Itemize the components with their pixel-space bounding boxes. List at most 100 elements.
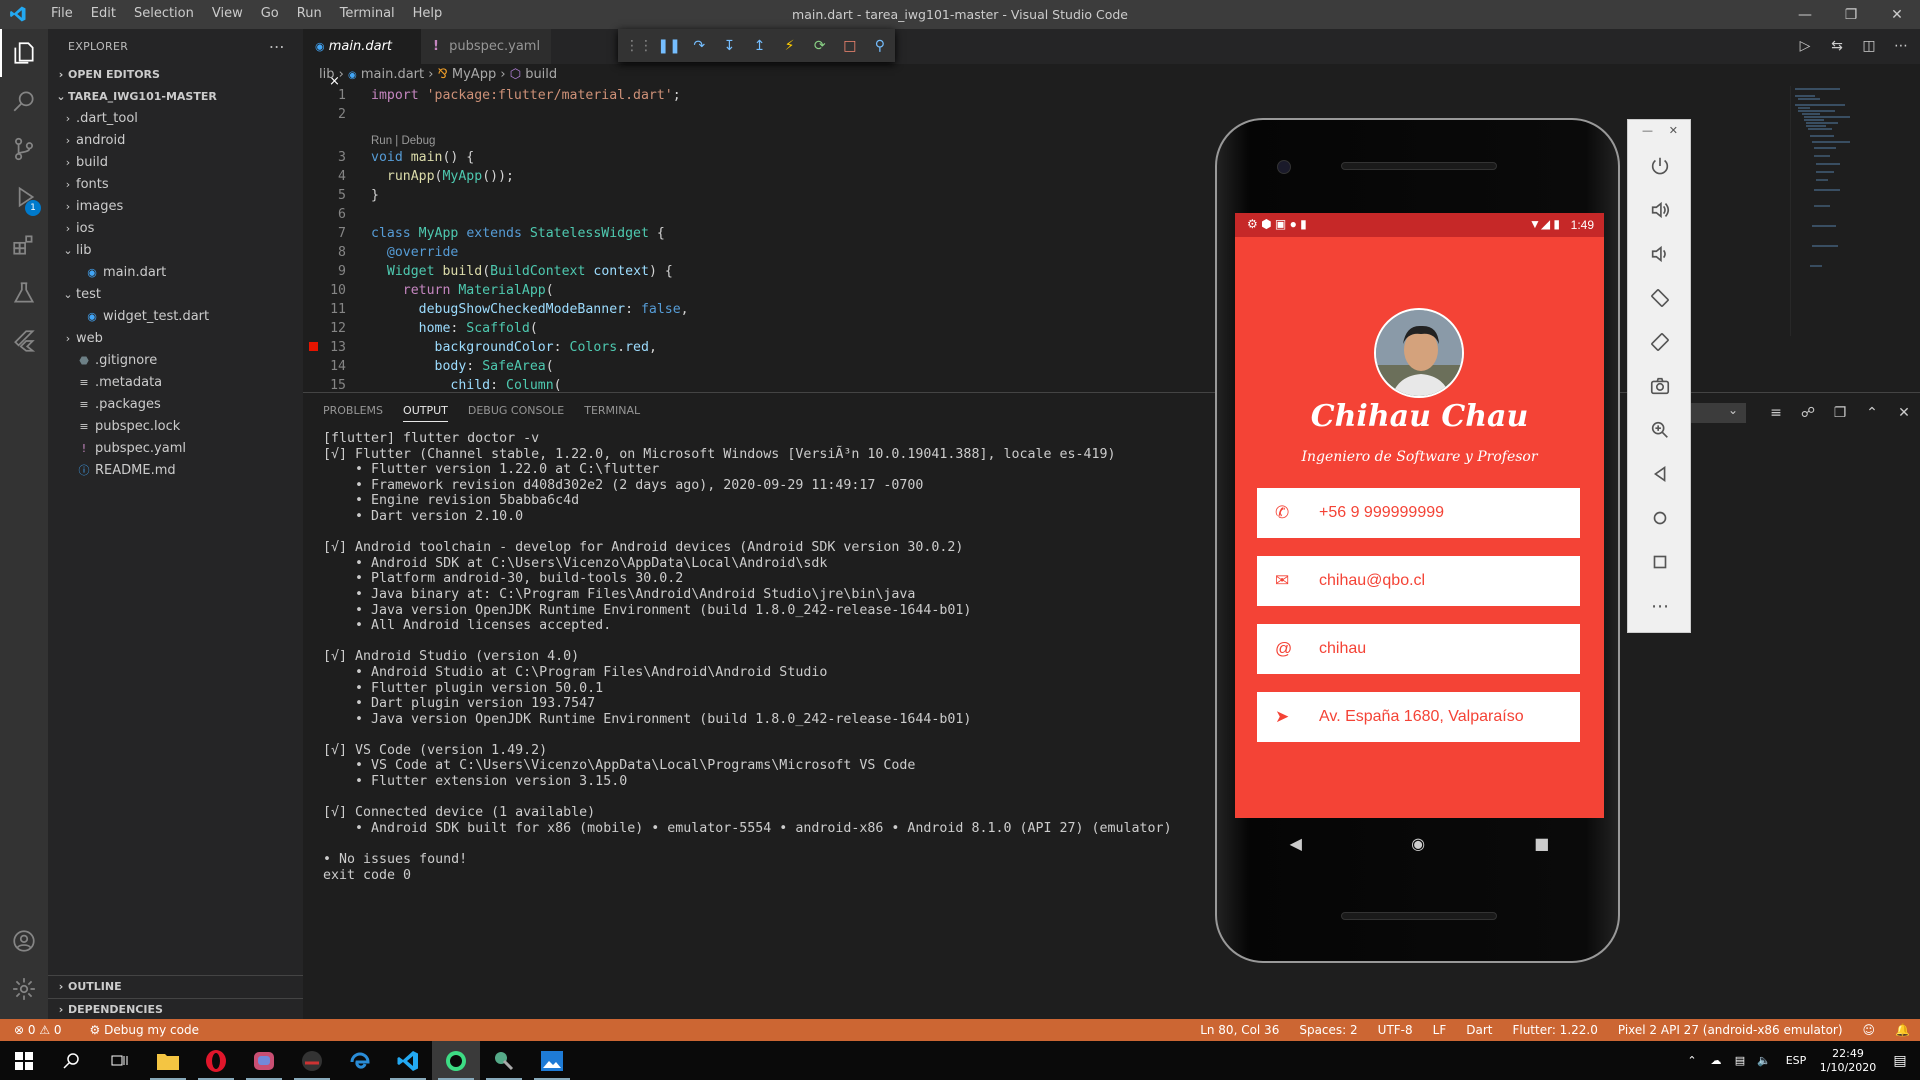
folder-item[interactable]: › .dart_tool (48, 108, 303, 130)
encoding[interactable]: UTF-8 (1378, 1019, 1413, 1041)
run-debug-icon[interactable]: 1 (0, 173, 48, 221)
address-card[interactable]: ➤ Av. España 1680, Valparaíso (1257, 692, 1580, 742)
file-item[interactable]: ◉ main.dart (48, 262, 303, 284)
menu-edit[interactable]: Edit (82, 6, 125, 21)
device-selector[interactable]: Pixel 2 API 27 (android-x86 emulator) (1618, 1019, 1843, 1041)
emu-close-icon[interactable]: ✕ (1669, 124, 1678, 137)
clear-output-icon[interactable]: ≡ (1760, 405, 1792, 421)
phone-screen[interactable]: ⚙ ⬢ ▣ ● ▮ ▼◢ ▮ 1:49 Chihau Chau Ingenier… (1235, 213, 1604, 818)
folder-item[interactable]: ⌄ lib (48, 240, 303, 262)
phone-card[interactable]: ✆ +56 9 999999999 (1257, 488, 1580, 538)
volume-icon[interactable]: 🔈 (1752, 1054, 1776, 1067)
file-item[interactable]: ⓘ README.md (48, 460, 303, 482)
search-icon[interactable] (0, 77, 48, 125)
windows-start-icon[interactable] (0, 1041, 48, 1080)
folder-item[interactable]: ⌄ test (48, 284, 303, 306)
project-section[interactable]: ⌄ TAREA_IWG101-MASTER (48, 86, 303, 108)
menu-terminal[interactable]: Terminal (331, 6, 404, 21)
home-button-icon[interactable] (1628, 496, 1692, 540)
end-of-line[interactable]: LF (1433, 1019, 1447, 1041)
open-editors-section[interactable]: › OPEN EDITORS (48, 64, 303, 86)
run-icon[interactable]: ▷ (1796, 38, 1814, 54)
step-out-icon[interactable]: ↥ (744, 38, 774, 54)
menu-view[interactable]: View (203, 6, 252, 21)
breadcrumb-file[interactable]: main.dart (361, 67, 424, 82)
onedrive-icon[interactable]: ☁ (1704, 1054, 1728, 1067)
volume-up-icon[interactable] (1628, 188, 1692, 232)
file-item[interactable]: ≡ pubspec.lock (48, 416, 303, 438)
open-log-icon[interactable]: ❐ (1824, 405, 1856, 421)
volume-down-icon[interactable] (1628, 232, 1692, 276)
tab-pubspec-yaml[interactable]: ! pubspec.yaml (421, 29, 551, 64)
dependencies-section[interactable]: › DEPENDENCIES (48, 998, 303, 1020)
flutter-icon[interactable] (0, 317, 48, 365)
step-into-icon[interactable]: ↧ (714, 38, 744, 54)
discord-icon[interactable] (240, 1041, 288, 1080)
file-item[interactable]: ◉ widget_test.dart (48, 306, 303, 328)
minimap[interactable] (1790, 86, 1910, 336)
power-icon[interactable] (1628, 144, 1692, 188)
action-center-icon[interactable]: ▤ (1880, 1053, 1920, 1069)
notifications-bell-icon[interactable]: 🔔 (1895, 1019, 1910, 1041)
folder-item[interactable]: › images (48, 196, 303, 218)
close-panel-icon[interactable]: ✕ (1888, 405, 1920, 421)
file-item[interactable]: ⬣ .gitignore (48, 350, 303, 372)
home-icon[interactable]: ◉ (1411, 834, 1425, 853)
tab-output[interactable]: OUTPUT (403, 404, 448, 422)
screenshot-camera-icon[interactable] (1628, 364, 1692, 408)
taskbar-search-icon[interactable] (48, 1041, 96, 1080)
taskbar-clock[interactable]: 22:49 1/10/2020 (1816, 1047, 1880, 1075)
username-card[interactable]: @ chihau (1257, 624, 1580, 674)
tray-overflow-icon[interactable]: ⌃ (1680, 1054, 1704, 1067)
breadcrumb-class[interactable]: MyApp (452, 67, 496, 82)
photos-app-icon[interactable] (528, 1041, 576, 1080)
language-mode[interactable]: Dart (1466, 1019, 1492, 1041)
code-editor[interactable]: 1 import 'package:flutter/material.dart';… (303, 86, 989, 392)
edge-icon[interactable] (336, 1041, 384, 1080)
debug-launch-config[interactable]: ⚙ Debug my code (90, 1019, 199, 1041)
rotate-left-icon[interactable] (1628, 276, 1692, 320)
menu-file[interactable]: File (42, 6, 82, 21)
rotate-right-icon[interactable] (1628, 320, 1692, 364)
opera-icon[interactable] (192, 1041, 240, 1080)
problems-indicator[interactable]: ⊗ 0 ⚠ 0 (14, 1019, 62, 1041)
vscode-taskbar-icon[interactable] (384, 1041, 432, 1080)
source-control-icon[interactable] (0, 125, 48, 173)
file-explorer-icon[interactable] (144, 1041, 192, 1080)
file-item[interactable]: ! pubspec.yaml (48, 438, 303, 460)
code-lens-run-debug[interactable]: Run | Debug (371, 134, 435, 148)
tab-main-dart[interactable]: ◉ main.dart × (303, 29, 421, 89)
emulator-taskbar-icon[interactable] (480, 1041, 528, 1080)
folder-item[interactable]: › fonts (48, 174, 303, 196)
lock-scroll-icon[interactable]: ☍ (1792, 405, 1824, 421)
drag-handle-icon[interactable]: ⋮⋮ (624, 38, 654, 54)
cursor-position[interactable]: Ln 80, Col 36 (1200, 1019, 1279, 1041)
close-window-icon[interactable]: ✕ (1874, 0, 1920, 29)
flutter-version[interactable]: Flutter: 1.22.0 (1512, 1019, 1597, 1041)
tab-debug-console[interactable]: DEBUG CONSOLE (468, 404, 564, 422)
overview-button-icon[interactable] (1628, 540, 1692, 584)
file-item[interactable]: ≡ .metadata (48, 372, 303, 394)
menu-run[interactable]: Run (288, 6, 331, 21)
input-language[interactable]: ESP (1776, 1054, 1816, 1067)
pause-icon[interactable]: ❚❚ (654, 38, 684, 54)
testing-flask-icon[interactable] (0, 269, 48, 317)
recents-icon[interactable]: ■ (1534, 834, 1549, 853)
compare-icon[interactable]: ⇆ (1828, 38, 1846, 54)
explorer-icon[interactable] (0, 29, 48, 77)
inspect-widget-icon[interactable]: ⚲ (865, 38, 895, 54)
maximize-panel-icon[interactable]: ⌃ (1856, 405, 1888, 421)
breadcrumb-lib[interactable]: lib (319, 67, 334, 82)
folder-item[interactable]: › ios (48, 218, 303, 240)
extensions-icon[interactable] (0, 221, 48, 269)
tab-terminal[interactable]: TERMINAL (584, 404, 640, 422)
minimize-icon[interactable]: — (1782, 0, 1828, 29)
email-card[interactable]: ✉ chihau@qbo.cl (1257, 556, 1580, 606)
more-options-icon[interactable]: ⋯ (1628, 584, 1692, 628)
stop-icon[interactable]: □ (835, 38, 865, 54)
menu-help[interactable]: Help (404, 6, 452, 21)
more-editor-actions-icon[interactable]: ⋯ (1892, 38, 1910, 54)
restore-icon[interactable]: ❐ (1828, 0, 1874, 29)
more-actions-icon[interactable]: ⋯ (269, 29, 285, 64)
folder-item[interactable]: › build (48, 152, 303, 174)
